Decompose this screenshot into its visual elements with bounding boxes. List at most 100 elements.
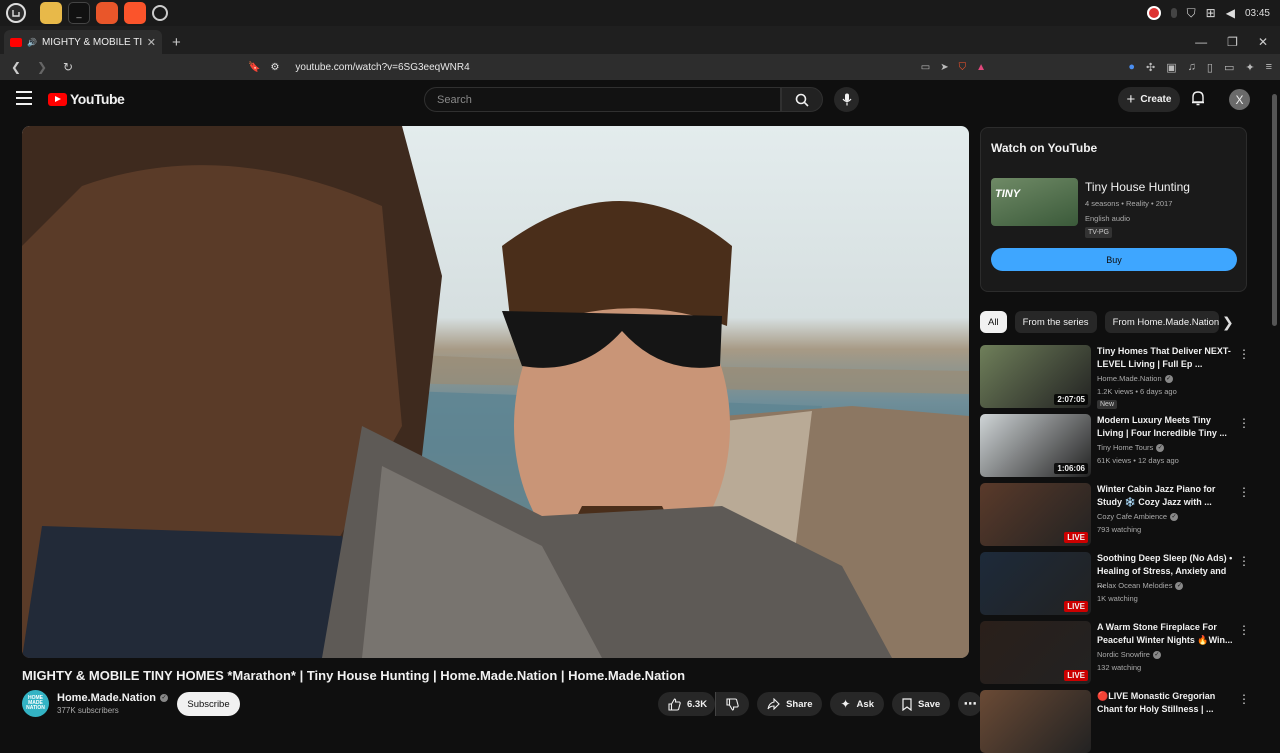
related-video-item[interactable]: LIVE Soothing Deep Sleep (No Ads) • Heali… [980,552,1250,615]
more-vertical-icon[interactable]: ⋮ [1238,623,1250,637]
related-video-item[interactable]: 1:06:06 Modern Luxury Meets Tiny Living |… [980,414,1250,477]
video-title: MIGHTY & MOBILE TINY HOMES *Marathon* | … [22,668,686,683]
duration-badge: 2:07:05 [1054,394,1088,405]
watch-on-youtube-panel: Watch on YouTube TINY Tiny House Hunting… [980,127,1247,292]
more-horizontal-icon: ⋯ [963,696,977,711]
verified-icon: ✓ [1156,443,1165,452]
firefox-icon[interactable] [96,2,118,24]
menu-icon[interactable]: ≡ [1266,61,1272,73]
related-stats: 132 watching [1097,663,1142,672]
site-info-icon[interactable]: ⚙ [270,62,279,73]
brave-shields-icon[interactable]: ⛉ [959,62,967,73]
bookmark-icon[interactable]: 🔖 [248,62,260,73]
sidebar-icon[interactable]: ▯ [1207,61,1213,74]
address-bar[interactable]: 🔖 ⚙ youtube.com/watch?v=6SG3eeqWNR4 ▭ ➤ … [248,56,992,78]
audio-icon[interactable]: 🔊 [27,38,37,47]
channel-name[interactable]: Home.Made.Nation [57,692,156,704]
record-icon[interactable] [1146,6,1161,20]
minimize-icon[interactable]: — [1195,35,1207,49]
guide-menu-icon[interactable] [16,91,32,105]
wallet-icon[interactable]: ▭ [1224,61,1234,74]
reload-icon[interactable]: ↻ [58,60,78,74]
show-meta: 4 seasons • Reality • 2017 [1085,199,1173,208]
chevron-right-icon[interactable]: ❯ [1222,314,1234,331]
browser-tab[interactable]: 🔊 MIGHTY & MOBILE TINY H ✕ [4,30,162,54]
youtube-logo[interactable]: YouTube [48,91,125,107]
ask-button[interactable]: ✦ Ask [830,692,884,716]
subscribe-button[interactable]: Subscribe [177,692,240,716]
show-audio: English audio [1085,214,1131,223]
video-player[interactable] [22,126,969,658]
related-video-item[interactable]: LIVE Winter Cabin Jazz Piano for Study ❄️… [980,483,1250,546]
related-video-item[interactable]: 2:07:05 Tiny Homes That Deliver NEXT-LEVE… [980,345,1250,409]
related-title[interactable]: A Warm Stone Fireplace For Peaceful Wint… [1097,621,1235,647]
terminal-icon[interactable]: _ [68,2,90,24]
new-tab-icon[interactable]: + [172,30,181,54]
related-thumbnail[interactable]: 1:06:06 [980,414,1091,477]
related-video-item[interactable]: 🔴LIVE Monastic Gregorian Chant for Holy … [980,690,1250,753]
puzzle-icon[interactable]: ✣ [1146,61,1155,74]
related-channel: Home.Made.Nation [1097,374,1162,383]
toggle-icon[interactable] [1170,8,1177,18]
url-text[interactable]: youtube.com/watch?v=6SG3eeqWNR4 [295,62,469,73]
related-title[interactable]: Tiny Homes That Deliver NEXT-LEVEL Livin… [1097,345,1235,371]
live-badge: LIVE [1064,670,1088,681]
search-input[interactable]: Search [424,87,781,112]
volume-icon[interactable]: ◀ [1226,6,1235,20]
network-icon[interactable]: ⊞ [1206,6,1216,20]
dislike-button[interactable] [715,692,750,716]
related-thumbnail[interactable]: LIVE [980,621,1091,684]
like-button[interactable]: 6.3K [658,692,716,716]
maximize-icon[interactable]: ❐ [1227,35,1238,49]
music-icon[interactable]: ♫ [1188,61,1196,73]
search-button[interactable] [781,87,823,112]
buy-button[interactable]: Buy [991,248,1237,271]
shield-icon[interactable]: ⛉ [1187,6,1196,21]
related-video-item[interactable]: LIVE A Warm Stone Fireplace For Peaceful … [980,621,1250,684]
chip-from-series[interactable]: From the series [1014,311,1097,333]
more-vertical-icon[interactable]: ⋮ [1238,485,1250,499]
scrollbar[interactable] [1272,94,1277,326]
clock[interactable]: 03:45 [1245,8,1270,19]
brave-rewards-icon[interactable]: ▲ [976,62,986,73]
cast-icon[interactable]: ▭ [921,62,930,73]
more-actions-button[interactable]: ⋯ [958,692,983,716]
chip-all[interactable]: All [980,311,1007,333]
files-icon[interactable] [40,2,62,24]
extension-icon[interactable]: ● [1128,61,1135,73]
close-window-icon[interactable]: ✕ [1258,35,1268,49]
channel-info[interactable]: HOME MADE NATION Home.Made.Nation ✓ 377K su… [22,690,169,717]
show-thumbnail[interactable]: TINY [991,178,1078,226]
navigation-bar: ❮ ❯ ↻ 🔖 ⚙ youtube.com/watch?v=6SG3eeqWNR… [0,54,1280,80]
tab-title: MIGHTY & MOBILE TINY H [41,36,142,48]
save-button[interactable]: Save [891,692,951,716]
share-button[interactable]: Share [757,692,823,716]
more-vertical-icon[interactable]: ⋮ [1238,554,1250,568]
chip-from-channel[interactable]: From Home.Made.Nation [1104,311,1219,333]
related-title[interactable]: Winter Cabin Jazz Piano for Study ❄️ Coz… [1097,483,1235,509]
related-thumbnail[interactable]: LIVE [980,483,1091,546]
create-button[interactable]: + Create [1118,87,1180,112]
more-vertical-icon[interactable]: ⋮ [1238,692,1250,706]
account-avatar[interactable]: X [1229,89,1250,110]
show-title[interactable]: Tiny House Hunting [1085,180,1190,194]
related-thumbnail[interactable]: 2:07:05 [980,345,1091,408]
back-icon[interactable]: ❮ [6,60,26,74]
notifications-button[interactable] [1191,90,1205,111]
related-title[interactable]: Modern Luxury Meets Tiny Living | Four I… [1097,414,1235,440]
close-tab-icon[interactable]: ✕ [147,36,156,49]
mint-menu-icon[interactable] [6,3,26,23]
more-vertical-icon[interactable]: ⋮ [1238,416,1250,430]
more-vertical-icon[interactable]: ⋮ [1238,347,1250,361]
screenshot-icon[interactable]: ▣ [1166,61,1176,74]
channel-avatar[interactable]: HOME MADE NATION [22,690,49,717]
brave-icon[interactable] [124,2,146,24]
leo-icon[interactable]: ✦ [1245,61,1254,74]
forward-icon[interactable]: ❯ [32,60,52,74]
related-thumbnail[interactable]: LIVE [980,552,1091,615]
browser-icon[interactable] [152,5,168,21]
send-icon[interactable]: ➤ [940,62,948,73]
voice-search-button[interactable] [834,87,859,112]
related-title[interactable]: 🔴LIVE Monastic Gregorian Chant for Holy … [1097,690,1235,716]
related-thumbnail[interactable] [980,690,1091,753]
